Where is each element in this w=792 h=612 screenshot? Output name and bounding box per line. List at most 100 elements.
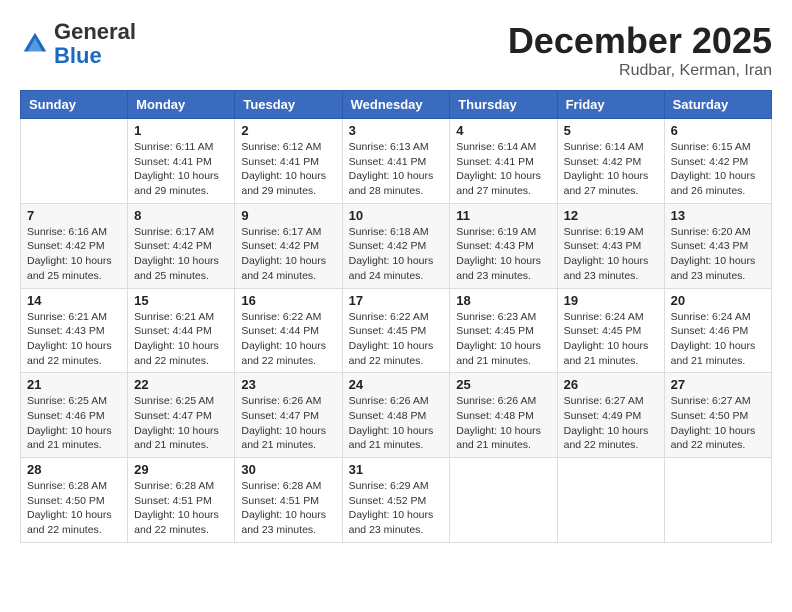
calendar-cell: 27Sunrise: 6:27 AM Sunset: 4:50 PM Dayli… (664, 373, 771, 458)
day-info: Sunrise: 6:16 AM Sunset: 4:42 PM Dayligh… (27, 225, 121, 284)
weekday-header: Sunday (21, 91, 128, 119)
day-number: 5 (564, 123, 658, 138)
day-info: Sunrise: 6:23 AM Sunset: 4:45 PM Dayligh… (456, 310, 550, 369)
calendar-cell: 31Sunrise: 6:29 AM Sunset: 4:52 PM Dayli… (342, 458, 450, 543)
calendar-table: SundayMondayTuesdayWednesdayThursdayFrid… (20, 90, 772, 543)
calendar-cell: 2 Sunrise: 6:12 AM Sunset: 4:41 PM Daylig… (235, 119, 342, 204)
day-info: Sunrise: 6:19 AM Sunset: 4:43 PM Dayligh… (456, 225, 550, 284)
calendar-cell: 5Sunrise: 6:14 AM Sunset: 4:42 PM Daylig… (557, 119, 664, 204)
calendar-cell (450, 458, 557, 543)
day-info: Sunrise: 6:27 AM Sunset: 4:49 PM Dayligh… (564, 394, 658, 453)
day-info: Sunrise: 6:25 AM Sunset: 4:46 PM Dayligh… (27, 394, 121, 453)
calendar-cell: 21Sunrise: 6:25 AM Sunset: 4:46 PM Dayli… (21, 373, 128, 458)
calendar-cell: 15 Sunrise: 6:21 AM Sunset: 4:44 PM Dayli… (128, 288, 235, 373)
day-info: Sunrise: 6:11 AM Sunset: 4:41 PM Dayligh… (134, 140, 228, 199)
calendar-cell: 11 Sunrise: 6:19 AM Sunset: 4:43 PM Dayli… (450, 203, 557, 288)
day-number: 16 (241, 293, 335, 308)
day-info: Sunrise: 6:18 AM Sunset: 4:42 PM Dayligh… (349, 225, 444, 284)
day-info: Sunrise: 6:15 AM Sunset: 4:42 PM Dayligh… (671, 140, 765, 199)
logo-text: General Blue (54, 20, 136, 68)
calendar-cell (557, 458, 664, 543)
day-info: Sunrise: 6:24 AM Sunset: 4:45 PM Dayligh… (564, 310, 658, 369)
logo: General Blue (20, 20, 136, 68)
day-number: 11 (456, 208, 550, 223)
day-info: Sunrise: 6:24 AM Sunset: 4:46 PM Dayligh… (671, 310, 765, 369)
calendar-cell: 28 Sunrise: 6:28 AM Sunset: 4:50 PM Dayli… (21, 458, 128, 543)
calendar-cell: 18 Sunrise: 6:23 AM Sunset: 4:45 PM Dayli… (450, 288, 557, 373)
calendar-cell: 26 Sunrise: 6:27 AM Sunset: 4:49 PM Dayli… (557, 373, 664, 458)
calendar-header-row: SundayMondayTuesdayWednesdayThursdayFrid… (21, 91, 772, 119)
month-title: December 2025 (508, 20, 772, 62)
day-number: 28 (27, 462, 121, 477)
calendar-week-row: 28 Sunrise: 6:28 AM Sunset: 4:50 PM Dayli… (21, 458, 772, 543)
day-number: 7 (27, 208, 121, 223)
calendar-cell: 14Sunrise: 6:21 AM Sunset: 4:43 PM Dayli… (21, 288, 128, 373)
weekday-header: Wednesday (342, 91, 450, 119)
day-info: Sunrise: 6:26 AM Sunset: 4:48 PM Dayligh… (456, 394, 550, 453)
calendar-cell: 17Sunrise: 6:22 AM Sunset: 4:45 PM Dayli… (342, 288, 450, 373)
day-number: 1 (134, 123, 228, 138)
calendar-week-row: 7 Sunrise: 6:16 AM Sunset: 4:42 PM Daylig… (21, 203, 772, 288)
weekday-header: Monday (128, 91, 235, 119)
day-number: 13 (671, 208, 765, 223)
weekday-header: Tuesday (235, 91, 342, 119)
day-number: 23 (241, 377, 335, 392)
calendar-cell: 29 Sunrise: 6:28 AM Sunset: 4:51 PM Dayli… (128, 458, 235, 543)
day-info: Sunrise: 6:12 AM Sunset: 4:41 PM Dayligh… (241, 140, 335, 199)
day-number: 27 (671, 377, 765, 392)
day-number: 29 (134, 462, 228, 477)
calendar-week-row: 1 Sunrise: 6:11 AM Sunset: 4:41 PM Daylig… (21, 119, 772, 204)
title-block: December 2025 Rudbar, Kerman, Iran (508, 20, 772, 80)
day-number: 19 (564, 293, 658, 308)
weekday-header: Thursday (450, 91, 557, 119)
day-info: Sunrise: 6:28 AM Sunset: 4:51 PM Dayligh… (134, 479, 228, 538)
day-info: Sunrise: 6:29 AM Sunset: 4:52 PM Dayligh… (349, 479, 444, 538)
day-info: Sunrise: 6:28 AM Sunset: 4:51 PM Dayligh… (241, 479, 335, 538)
weekday-header: Friday (557, 91, 664, 119)
day-number: 12 (564, 208, 658, 223)
calendar-cell: 3Sunrise: 6:13 AM Sunset: 4:41 PM Daylig… (342, 119, 450, 204)
day-number: 24 (349, 377, 444, 392)
day-info: Sunrise: 6:13 AM Sunset: 4:41 PM Dayligh… (349, 140, 444, 199)
calendar-cell: 19 Sunrise: 6:24 AM Sunset: 4:45 PM Dayli… (557, 288, 664, 373)
calendar-cell: 9 Sunrise: 6:17 AM Sunset: 4:42 PM Daylig… (235, 203, 342, 288)
day-number: 17 (349, 293, 444, 308)
day-info: Sunrise: 6:17 AM Sunset: 4:42 PM Dayligh… (241, 225, 335, 284)
day-number: 30 (241, 462, 335, 477)
day-number: 25 (456, 377, 550, 392)
calendar-cell: 6Sunrise: 6:15 AM Sunset: 4:42 PM Daylig… (664, 119, 771, 204)
calendar-cell: 24Sunrise: 6:26 AM Sunset: 4:48 PM Dayli… (342, 373, 450, 458)
day-info: Sunrise: 6:17 AM Sunset: 4:42 PM Dayligh… (134, 225, 228, 284)
calendar-cell: 16Sunrise: 6:22 AM Sunset: 4:44 PM Dayli… (235, 288, 342, 373)
calendar-cell: 4Sunrise: 6:14 AM Sunset: 4:41 PM Daylig… (450, 119, 557, 204)
page-header: General Blue December 2025 Rudbar, Kerma… (20, 20, 772, 80)
day-info: Sunrise: 6:26 AM Sunset: 4:47 PM Dayligh… (241, 394, 335, 453)
day-info: Sunrise: 6:21 AM Sunset: 4:43 PM Dayligh… (27, 310, 121, 369)
day-info: Sunrise: 6:21 AM Sunset: 4:44 PM Dayligh… (134, 310, 228, 369)
day-info: Sunrise: 6:19 AM Sunset: 4:43 PM Dayligh… (564, 225, 658, 284)
day-number: 9 (241, 208, 335, 223)
day-info: Sunrise: 6:28 AM Sunset: 4:50 PM Dayligh… (27, 479, 121, 538)
calendar-cell: 7 Sunrise: 6:16 AM Sunset: 4:42 PM Daylig… (21, 203, 128, 288)
day-number: 18 (456, 293, 550, 308)
day-number: 22 (134, 377, 228, 392)
calendar-cell: 13 Sunrise: 6:20 AM Sunset: 4:43 PM Dayli… (664, 203, 771, 288)
location: Rudbar, Kerman, Iran (508, 62, 772, 80)
day-info: Sunrise: 6:20 AM Sunset: 4:43 PM Dayligh… (671, 225, 765, 284)
day-number: 26 (564, 377, 658, 392)
calendar-cell: 25 Sunrise: 6:26 AM Sunset: 4:48 PM Dayli… (450, 373, 557, 458)
day-number: 2 (241, 123, 335, 138)
calendar-cell: 20 Sunrise: 6:24 AM Sunset: 4:46 PM Dayli… (664, 288, 771, 373)
calendar-cell: 22 Sunrise: 6:25 AM Sunset: 4:47 PM Dayli… (128, 373, 235, 458)
day-info: Sunrise: 6:25 AM Sunset: 4:47 PM Dayligh… (134, 394, 228, 453)
day-number: 15 (134, 293, 228, 308)
calendar-cell: 10 Sunrise: 6:18 AM Sunset: 4:42 PM Dayli… (342, 203, 450, 288)
calendar-cell: 12 Sunrise: 6:19 AM Sunset: 4:43 PM Dayli… (557, 203, 664, 288)
calendar-cell: 23 Sunrise: 6:26 AM Sunset: 4:47 PM Dayli… (235, 373, 342, 458)
logo-icon (20, 29, 50, 59)
day-number: 4 (456, 123, 550, 138)
calendar-cell (664, 458, 771, 543)
day-number: 20 (671, 293, 765, 308)
day-number: 10 (349, 208, 444, 223)
calendar-week-row: 21Sunrise: 6:25 AM Sunset: 4:46 PM Dayli… (21, 373, 772, 458)
